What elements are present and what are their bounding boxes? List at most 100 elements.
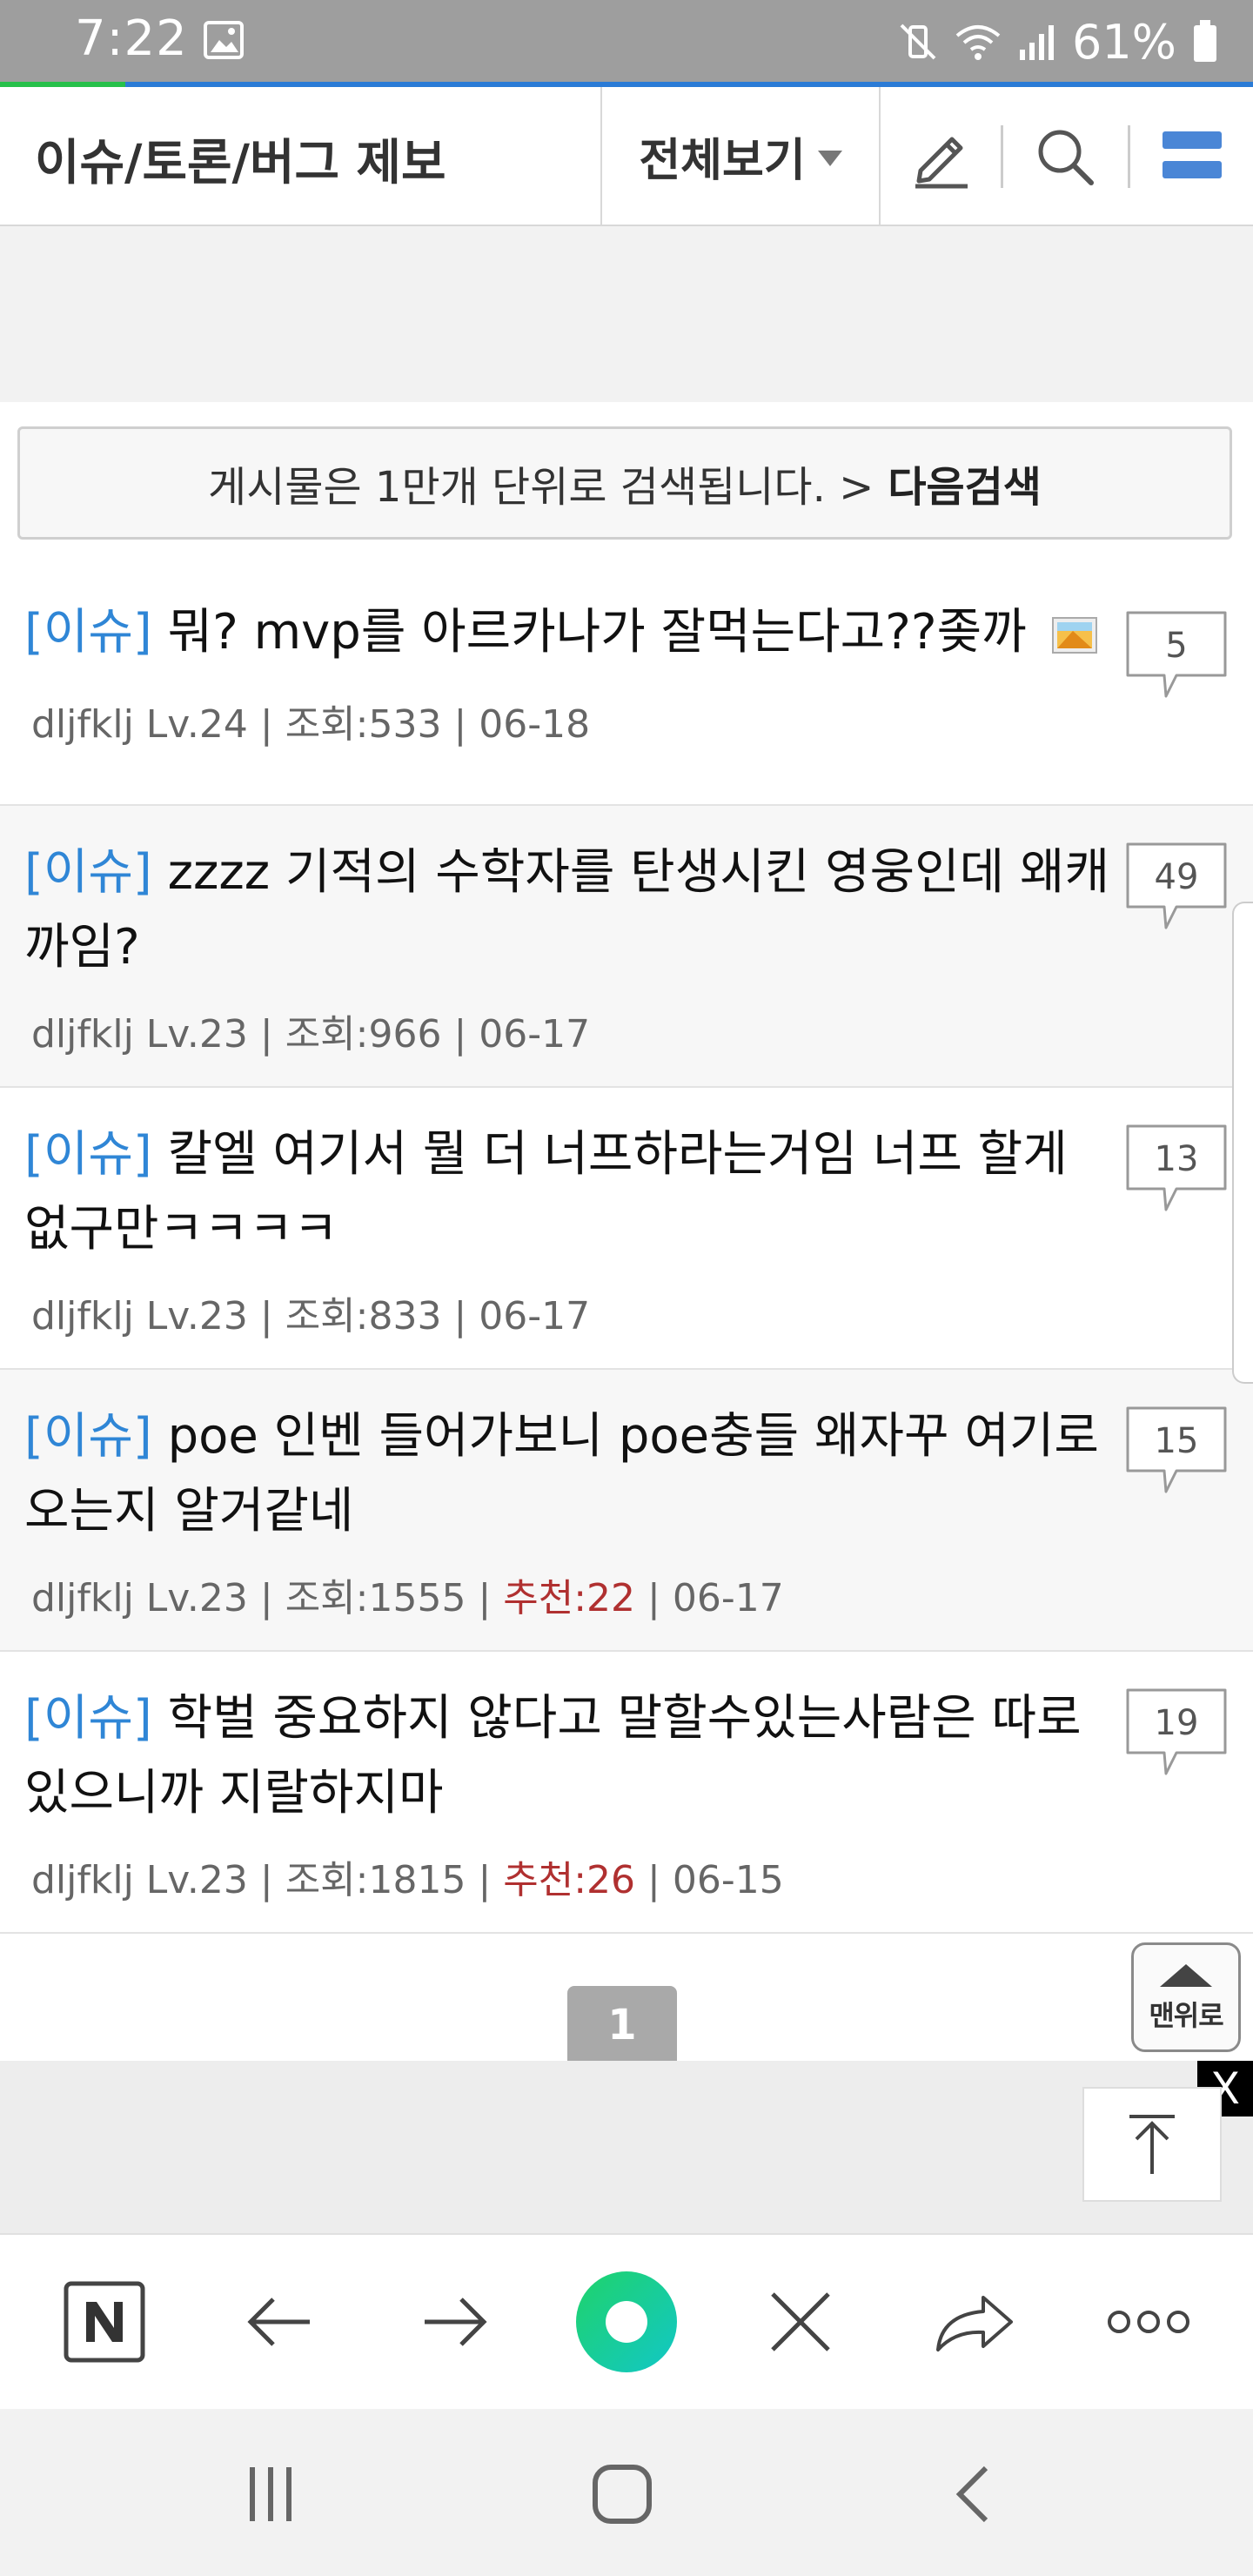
comment-count: 5 — [1165, 626, 1188, 666]
status-bar: 7:22 61% — [0, 0, 1253, 84]
post-views: 조회:1555 — [285, 1576, 466, 1620]
more-button[interactable] — [1096, 2270, 1201, 2374]
board-title[interactable]: 이슈/토론/버그 제보 — [35, 124, 446, 194]
post-title-line[interactable]: [이슈] zzzz 기적의 수학자를 탄생시킨 영웅인데 왜캐 까임? — [24, 835, 1112, 985]
post-tag: [이슈] — [24, 1690, 152, 1747]
list-item[interactable]: [이슈] 학벌 중요하지 않다고 말할수있는사람은 따로있으니까 지랄하지마 d… — [0, 1652, 1253, 1934]
post-meta: dljfklj Lv.23 | 조회:1815 | 추천:26 | 06-15 — [31, 1858, 784, 1902]
back-button[interactable] — [228, 2270, 332, 2374]
comment-count: 19 — [1154, 1703, 1199, 1743]
arrow-to-top-icon — [1129, 2115, 1175, 2174]
forward-arrow-icon — [425, 2298, 487, 2346]
search-button[interactable] — [1023, 115, 1107, 198]
post-meta: dljfklj Lv.24 | 조회:533 | 06-18 — [31, 702, 591, 747]
post-date: 06-15 — [672, 1858, 784, 1902]
search-notice-bar[interactable]: 게시물은 1만개 단위로 검색됩니다. > 다음검색 — [17, 426, 1232, 540]
home-button[interactable] — [574, 2451, 670, 2538]
mute-vibrate-icon — [900, 23, 936, 60]
bottom-ad-space — [0, 2061, 1253, 2233]
write-button[interactable] — [900, 115, 983, 198]
triangle-up-icon — [1160, 1964, 1212, 1987]
comment-count-badge: 49 — [1124, 841, 1229, 935]
post-title-line[interactable]: [이슈] 뭐? mvp를 아르카나가 잘먹는다고??좆까 — [24, 595, 1112, 670]
post-author[interactable]: dljfklj Lv.23 — [31, 1294, 248, 1338]
view-all-label: 전체보기 — [639, 134, 806, 187]
post-date: 06-17 — [479, 1294, 591, 1338]
list-item[interactable]: [이슈] poe 인벤 들어가보니 poe충들 왜자꾸 여기로 오는지 알거같네… — [0, 1370, 1253, 1652]
forward-button[interactable] — [402, 2270, 506, 2374]
scroll-indicator[interactable] — [1232, 902, 1253, 1384]
view-all-dropdown[interactable]: 전체보기 — [602, 87, 879, 225]
post-title-line[interactable]: [이슈] 학벌 중요하지 않다고 말할수있는사람은 따로있으니까 지랄하지마 — [24, 1681, 1112, 1831]
image-attachment-icon — [1052, 616, 1098, 654]
green-dot-button[interactable] — [574, 2270, 679, 2374]
post-meta: dljfklj Lv.23 | 조회:1555 | 추천:22 | 06-17 — [31, 1576, 784, 1620]
post-title-line[interactable]: [이슈] poe 인벤 들어가보니 poe충들 왜자꾸 여기로 오는지 알거같네 — [24, 1399, 1112, 1549]
header-separator — [1128, 125, 1130, 188]
post-date: 06-17 — [672, 1576, 784, 1620]
post-tag: [이슈] — [24, 844, 152, 901]
browser-toolbar — [0, 2233, 1253, 2411]
board-header: 이슈/토론/버그 제보 전체보기 — [0, 87, 1253, 226]
comment-count-badge: 15 — [1124, 1405, 1229, 1499]
naver-n-icon — [64, 2281, 145, 2363]
post-title: 뭐? mvp를 아르카나가 잘먹는다고??좆까 — [167, 604, 1027, 661]
post-author[interactable]: dljfklj Lv.23 — [31, 1012, 248, 1057]
post-views: 조회:1815 — [285, 1858, 466, 1902]
post-tag: [이슈] — [24, 604, 152, 661]
list-item[interactable]: [이슈] 뭐? mvp를 아르카나가 잘먹는다고??좆까 dljfklj Lv.… — [0, 560, 1253, 806]
post-title-line[interactable]: [이슈] 칼엘 여기서 뭘 더 너프하라는거임 너프 할게 없구만ㅋㅋㅋㅋ — [24, 1117, 1112, 1267]
back-arrow-icon — [247, 2298, 310, 2346]
menu-icon — [1163, 131, 1222, 178]
recent-apps-icon — [250, 2467, 291, 2521]
post-meta: dljfklj Lv.23 | 조회:833 | 06-17 — [31, 1294, 591, 1338]
system-back-button[interactable] — [926, 2451, 1022, 2538]
post-date: 06-18 — [479, 702, 591, 747]
list-item[interactable]: [이슈] zzzz 기적의 수학자를 탄생시킨 영웅인데 왜캐 까임? dljf… — [0, 806, 1253, 1088]
wifi-icon — [955, 25, 1001, 60]
scroll-to-top-button[interactable] — [1082, 2087, 1222, 2202]
post-author[interactable]: dljfklj Lv.24 — [31, 702, 248, 747]
close-tab-button[interactable] — [748, 2270, 853, 2374]
post-tag: [이슈] — [24, 1126, 152, 1183]
post-title: poe 인벤 들어가보니 poe충들 왜자꾸 여기로 오는지 알거같네 — [24, 1408, 1099, 1540]
signal-icon — [1019, 25, 1054, 60]
status-right: 61% — [898, 10, 1218, 73]
battery-icon — [1194, 20, 1216, 62]
post-author[interactable]: dljfklj Lv.23 — [31, 1858, 248, 1902]
post-tag: [이슈] — [24, 1408, 152, 1465]
menu-button[interactable] — [1150, 115, 1234, 198]
post-views: 조회:966 — [285, 1012, 442, 1057]
post-recommend: 추천:22 — [503, 1576, 636, 1620]
to-top-label: 맨위로 — [1149, 1999, 1223, 2032]
naver-home-button[interactable] — [52, 2270, 157, 2374]
comment-count: 15 — [1154, 1421, 1199, 1461]
next-search-link[interactable]: 다음검색 — [888, 453, 1042, 513]
home-icon — [593, 2465, 652, 2524]
share-icon — [936, 2296, 1013, 2351]
page-button-current[interactable]: 1 — [567, 1986, 677, 2061]
header-divider — [879, 87, 881, 225]
comment-count: 13 — [1154, 1139, 1199, 1179]
post-author[interactable]: dljfklj Lv.23 — [31, 1576, 248, 1620]
more-icon — [1108, 2311, 1189, 2333]
comment-count-badge: 5 — [1124, 609, 1229, 703]
post-recommend: 추천:26 — [503, 1858, 636, 1902]
top-ad-space — [0, 226, 1253, 402]
system-nav-bar — [0, 2409, 1253, 2576]
comment-count-badge: 13 — [1124, 1123, 1229, 1217]
close-icon — [771, 2292, 830, 2351]
share-button[interactable] — [922, 2270, 1027, 2374]
back-icon — [955, 2465, 988, 2523]
image-notification-icon — [204, 21, 244, 59]
pencil-icon — [915, 137, 968, 189]
post-views: 조회:533 — [285, 702, 442, 747]
post-views: 조회:833 — [285, 1294, 442, 1338]
search-notice-text: 게시물은 1만개 단위로 검색됩니다. > — [208, 463, 874, 512]
list-item[interactable]: [이슈] 칼엘 여기서 뭘 더 너프하라는거임 너프 할게 없구만ㅋㅋㅋㅋ dl… — [0, 1088, 1253, 1370]
battery-percent: 61% — [1071, 14, 1176, 70]
recent-apps-button[interactable] — [223, 2451, 318, 2538]
to-top-button[interactable]: 맨위로 — [1131, 1942, 1241, 2052]
status-time: 7:22 — [75, 10, 188, 67]
post-title: zzzz 기적의 수학자를 탄생시킨 영웅인데 왜캐 까임? — [24, 844, 1109, 976]
